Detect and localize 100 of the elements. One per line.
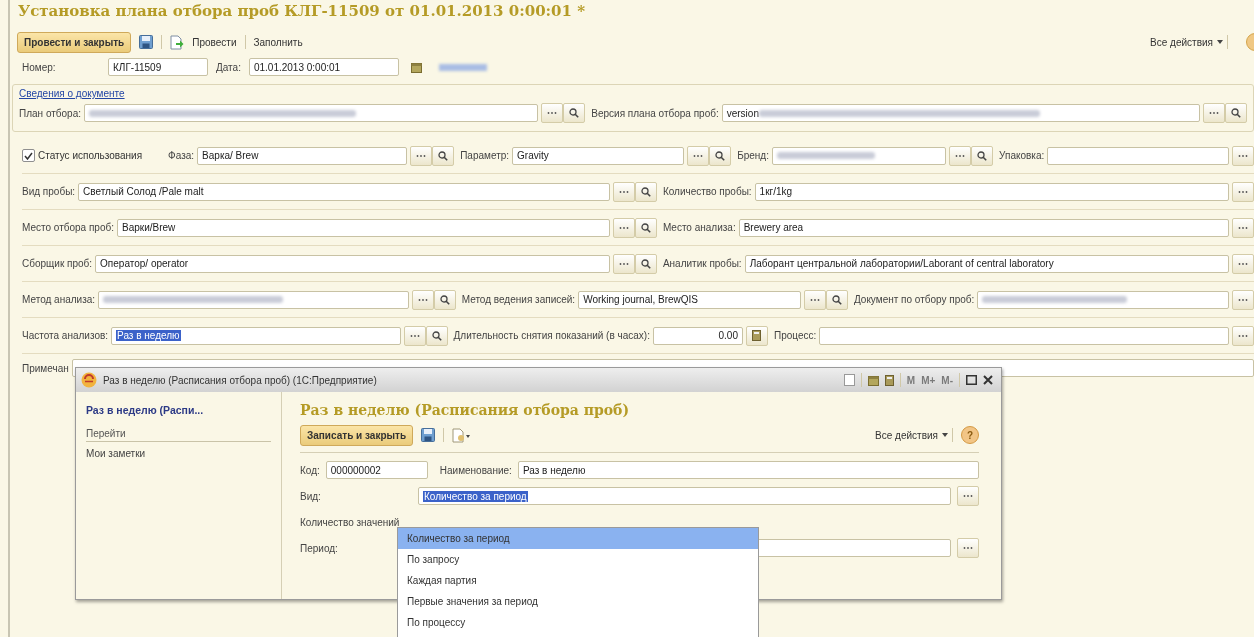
input-field[interactable]: Working journal, BrewQIS bbox=[578, 290, 801, 309]
input-field[interactable] bbox=[98, 290, 409, 309]
input-field[interactable]: Оператор/ operator bbox=[95, 254, 610, 273]
field-label: Параметр: bbox=[460, 150, 510, 161]
search-button[interactable] bbox=[634, 217, 657, 238]
ellipsis-icon bbox=[1238, 189, 1248, 194]
fill-button[interactable]: Заполнить bbox=[253, 36, 303, 48]
ellipsis-icon bbox=[618, 225, 629, 230]
search-button[interactable] bbox=[1225, 103, 1247, 123]
choose-button[interactable] bbox=[957, 538, 979, 558]
dropdown-option[interactable]: По процессу bbox=[398, 612, 758, 633]
input-field[interactable]: Brewery area bbox=[738, 218, 1229, 237]
choose-button[interactable] bbox=[1232, 253, 1254, 274]
field-label: Метод ведения записей: bbox=[461, 294, 576, 305]
post-and-close-button[interactable]: Провести и закрыть bbox=[17, 31, 132, 53]
document-icon[interactable] bbox=[452, 427, 471, 443]
field-label: Документ по отбору проб: bbox=[853, 294, 975, 305]
dropdown-option[interactable]: По запросу bbox=[398, 549, 758, 570]
dropdown-option[interactable]: Первые значения за период bbox=[398, 591, 758, 612]
ellipsis-icon bbox=[1238, 225, 1248, 230]
ellipsis-icon bbox=[1238, 297, 1248, 302]
search-icon bbox=[715, 150, 726, 161]
all-actions-menu[interactable]: Все действия bbox=[1150, 36, 1213, 48]
input-field[interactable]: 1кг/1kg bbox=[754, 182, 1229, 201]
choose-button[interactable] bbox=[957, 486, 979, 506]
choose-button[interactable] bbox=[1232, 217, 1254, 238]
input-field[interactable] bbox=[84, 104, 539, 122]
ellipsis-icon bbox=[963, 494, 973, 498]
document-info-link[interactable]: Сведения о документе bbox=[19, 88, 125, 99]
search-button[interactable] bbox=[971, 145, 994, 166]
field-label: Код: bbox=[300, 464, 320, 476]
input-field[interactable]: Варка/ Brew bbox=[197, 146, 408, 165]
search-button[interactable] bbox=[433, 289, 456, 310]
field-label: План отбора: bbox=[19, 107, 81, 119]
choose-button[interactable] bbox=[1232, 325, 1254, 346]
field-label: Примечан bbox=[22, 362, 69, 374]
input-field[interactable]: Количество за период bbox=[418, 487, 951, 505]
ellipsis-icon bbox=[1238, 333, 1248, 338]
input-field[interactable] bbox=[819, 326, 1229, 345]
nav-title[interactable]: Раз в неделю (Распи... bbox=[86, 404, 271, 416]
app-logo-icon bbox=[81, 372, 97, 388]
post-button[interactable]: Провести bbox=[192, 36, 237, 48]
input-field[interactable]: Варки/Brew bbox=[116, 218, 610, 237]
field-label: Наименование: bbox=[439, 464, 512, 476]
calculator-button[interactable] bbox=[746, 325, 768, 346]
input-field[interactable]: КЛГ-11509 bbox=[108, 58, 208, 76]
search-button[interactable] bbox=[634, 181, 657, 202]
field-label: Упаковка: bbox=[999, 150, 1045, 161]
input-field[interactable] bbox=[977, 290, 1229, 309]
input-field[interactable]: Лаборант центральной лаборатории/Laborant of central laboratory bbox=[744, 254, 1229, 273]
search-button[interactable] bbox=[634, 253, 657, 274]
input-field[interactable]: 0.00 bbox=[653, 326, 743, 345]
ellipsis-icon bbox=[955, 153, 966, 158]
input-field[interactable]: 01.01.2013 0:00:01 bbox=[248, 58, 399, 76]
input-field[interactable]: Gravity bbox=[512, 146, 685, 165]
input-field[interactable] bbox=[771, 146, 947, 165]
close-icon[interactable] bbox=[983, 375, 993, 385]
search-button[interactable] bbox=[432, 145, 455, 166]
field-label: Процесс: bbox=[774, 330, 817, 341]
search-button[interactable] bbox=[425, 325, 448, 346]
blurred-link[interactable] bbox=[438, 63, 487, 71]
search-button[interactable] bbox=[825, 289, 848, 310]
nav-item[interactable]: Мои заметки bbox=[86, 448, 271, 459]
choose-button[interactable] bbox=[1232, 289, 1254, 310]
checkbox-label: Статус использования bbox=[38, 150, 143, 161]
input-field[interactable]: version bbox=[721, 104, 1200, 122]
choose-button[interactable] bbox=[1232, 145, 1254, 166]
calendar-icon bbox=[867, 374, 879, 386]
input-field[interactable] bbox=[1047, 146, 1229, 165]
choose-button[interactable] bbox=[1232, 181, 1254, 202]
search-button[interactable] bbox=[563, 103, 586, 123]
search-icon bbox=[977, 150, 988, 161]
help-button[interactable]: ? bbox=[961, 426, 979, 444]
input-field[interactable]: Раз в неделю bbox=[517, 461, 979, 479]
ellipsis-icon bbox=[409, 333, 420, 338]
input-field[interactable]: Светлый Солод /Pale malt bbox=[78, 182, 610, 201]
field-label: Длительность снятия показаний (в часах): bbox=[453, 330, 650, 341]
checkbox[interactable] bbox=[22, 149, 35, 162]
all-actions-menu[interactable]: Все действия bbox=[875, 429, 938, 441]
save-and-close-button[interactable]: Записать и закрыть bbox=[300, 424, 414, 446]
input-field[interactable]: 000000002 bbox=[325, 461, 428, 479]
maximize-icon[interactable] bbox=[966, 375, 977, 385]
ellipsis-icon bbox=[547, 111, 558, 115]
save-icon[interactable] bbox=[139, 35, 154, 49]
input-field[interactable]: Раз в неделю bbox=[111, 326, 401, 345]
dropdown-option[interactable]: Количество за период bbox=[398, 528, 758, 549]
search-icon bbox=[640, 186, 651, 197]
ellipsis-icon bbox=[417, 297, 428, 302]
dialog-title: Раз в неделю (Расписания отбора проб) (1С:Предприятие) bbox=[103, 374, 377, 386]
field-label: Частота анализов: bbox=[22, 330, 109, 341]
dropdown-option[interactable]: Каждая партия bbox=[398, 570, 758, 591]
field-label: Вид: bbox=[300, 490, 322, 502]
ellipsis-icon bbox=[1209, 111, 1219, 115]
field-label: Бренд: bbox=[737, 150, 769, 161]
field-label: Сборщик проб: bbox=[22, 258, 93, 269]
save-icon[interactable] bbox=[421, 428, 436, 442]
calculator-icon bbox=[752, 330, 762, 341]
page-icon[interactable] bbox=[843, 374, 855, 386]
search-icon bbox=[569, 108, 580, 118]
search-button[interactable] bbox=[709, 145, 732, 166]
